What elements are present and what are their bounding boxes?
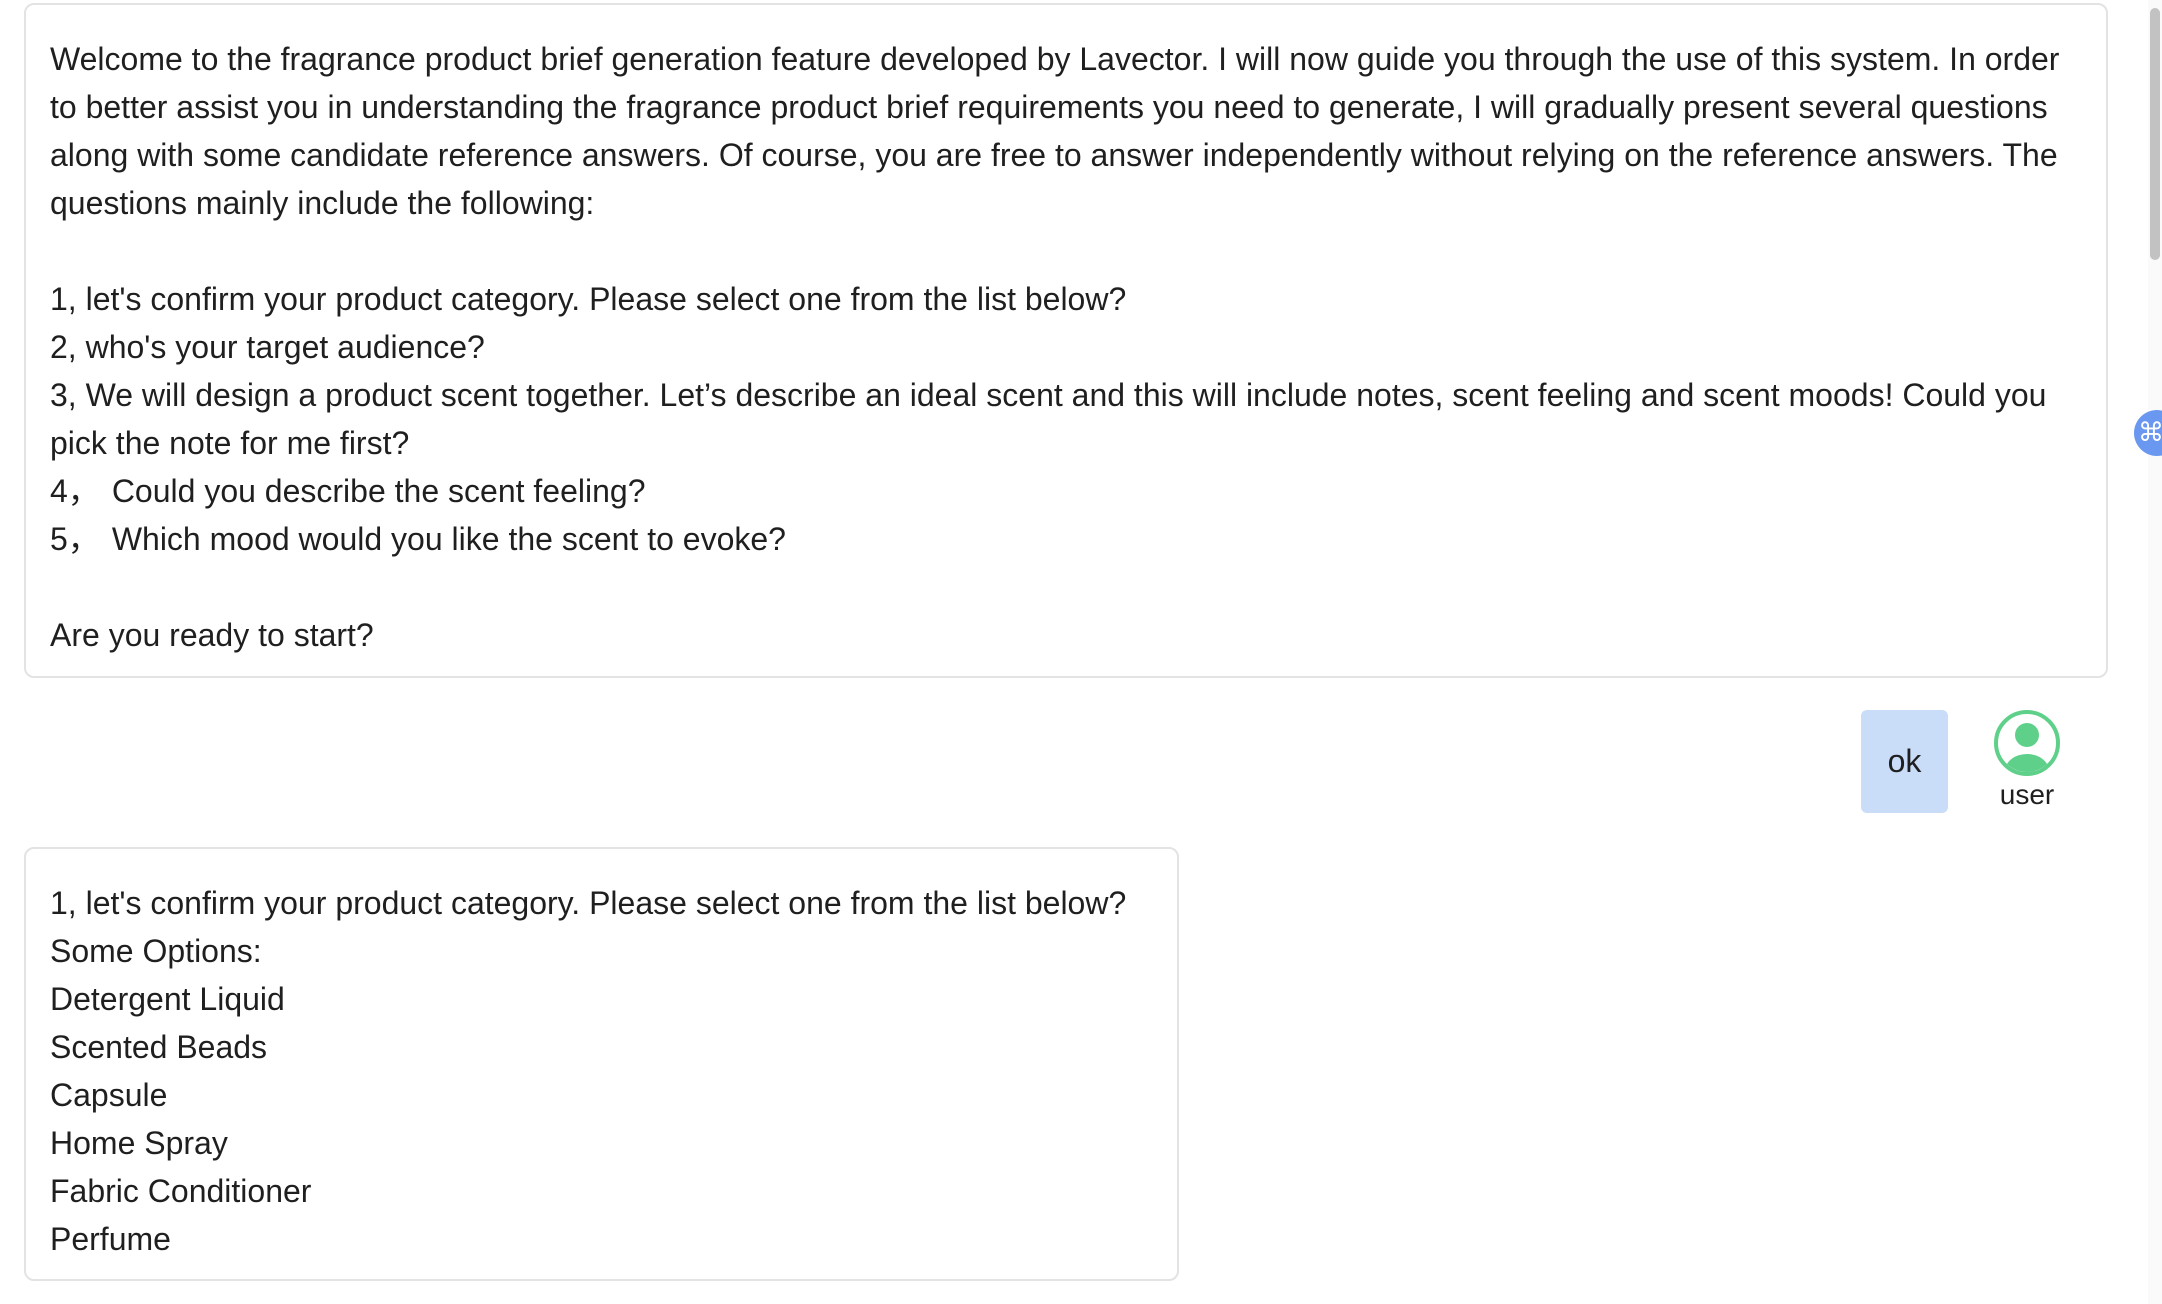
option-item[interactable]: Fabric Conditioner [50, 1167, 1153, 1215]
question-5-number: 5， [50, 521, 100, 557]
command-glyph: ⌘ [2138, 418, 2162, 448]
options-label: Some Options: [50, 933, 262, 969]
option-item[interactable]: Detergent Liquid [50, 975, 1153, 1023]
assistant-message-welcome: Welcome to the fragrance product brief g… [24, 3, 2108, 678]
question-1-text: 1, let's confirm your product category. … [50, 281, 1127, 317]
user-message-bubble: ok [1861, 710, 1948, 813]
scrollbar-thumb[interactable] [2150, 8, 2160, 260]
question-4-line: 4， Could you describe the scent feeling? [50, 467, 2082, 515]
ready-prompt-text: Are you ready to start? [50, 617, 374, 653]
assistant-message-category: 1, let's confirm your product category. … [24, 847, 1179, 1281]
category-question-text: 1, let's confirm your product category. … [50, 885, 1127, 921]
question-5-text: Which mood would you like the scent to e… [111, 521, 786, 557]
user-message-text: ok [1887, 743, 1922, 779]
scrollbar[interactable] [2148, 0, 2162, 1304]
option-item[interactable]: Scented Beads [50, 1023, 1153, 1071]
question-2-text: 2, who's your target audience? [50, 329, 485, 365]
welcome-intro-text: Welcome to the fragrance product brief g… [50, 41, 2060, 221]
command-icon[interactable]: ⌘ [2134, 410, 2162, 456]
question-3-text: 3, We will design a product scent togeth… [50, 377, 2047, 461]
question-4-number: 4， [50, 473, 100, 509]
question-4-text: Could you describe the scent feeling? [111, 473, 646, 509]
user-name-label: user [1999, 779, 2055, 810]
option-item[interactable]: Capsule [50, 1071, 1153, 1119]
question-5-line: 5， Which mood would you like the scent to… [50, 515, 2082, 563]
user-circle-icon [1993, 709, 2061, 777]
option-item[interactable]: Perfume [50, 1215, 1153, 1263]
option-item[interactable]: Home Spray [50, 1119, 1153, 1167]
